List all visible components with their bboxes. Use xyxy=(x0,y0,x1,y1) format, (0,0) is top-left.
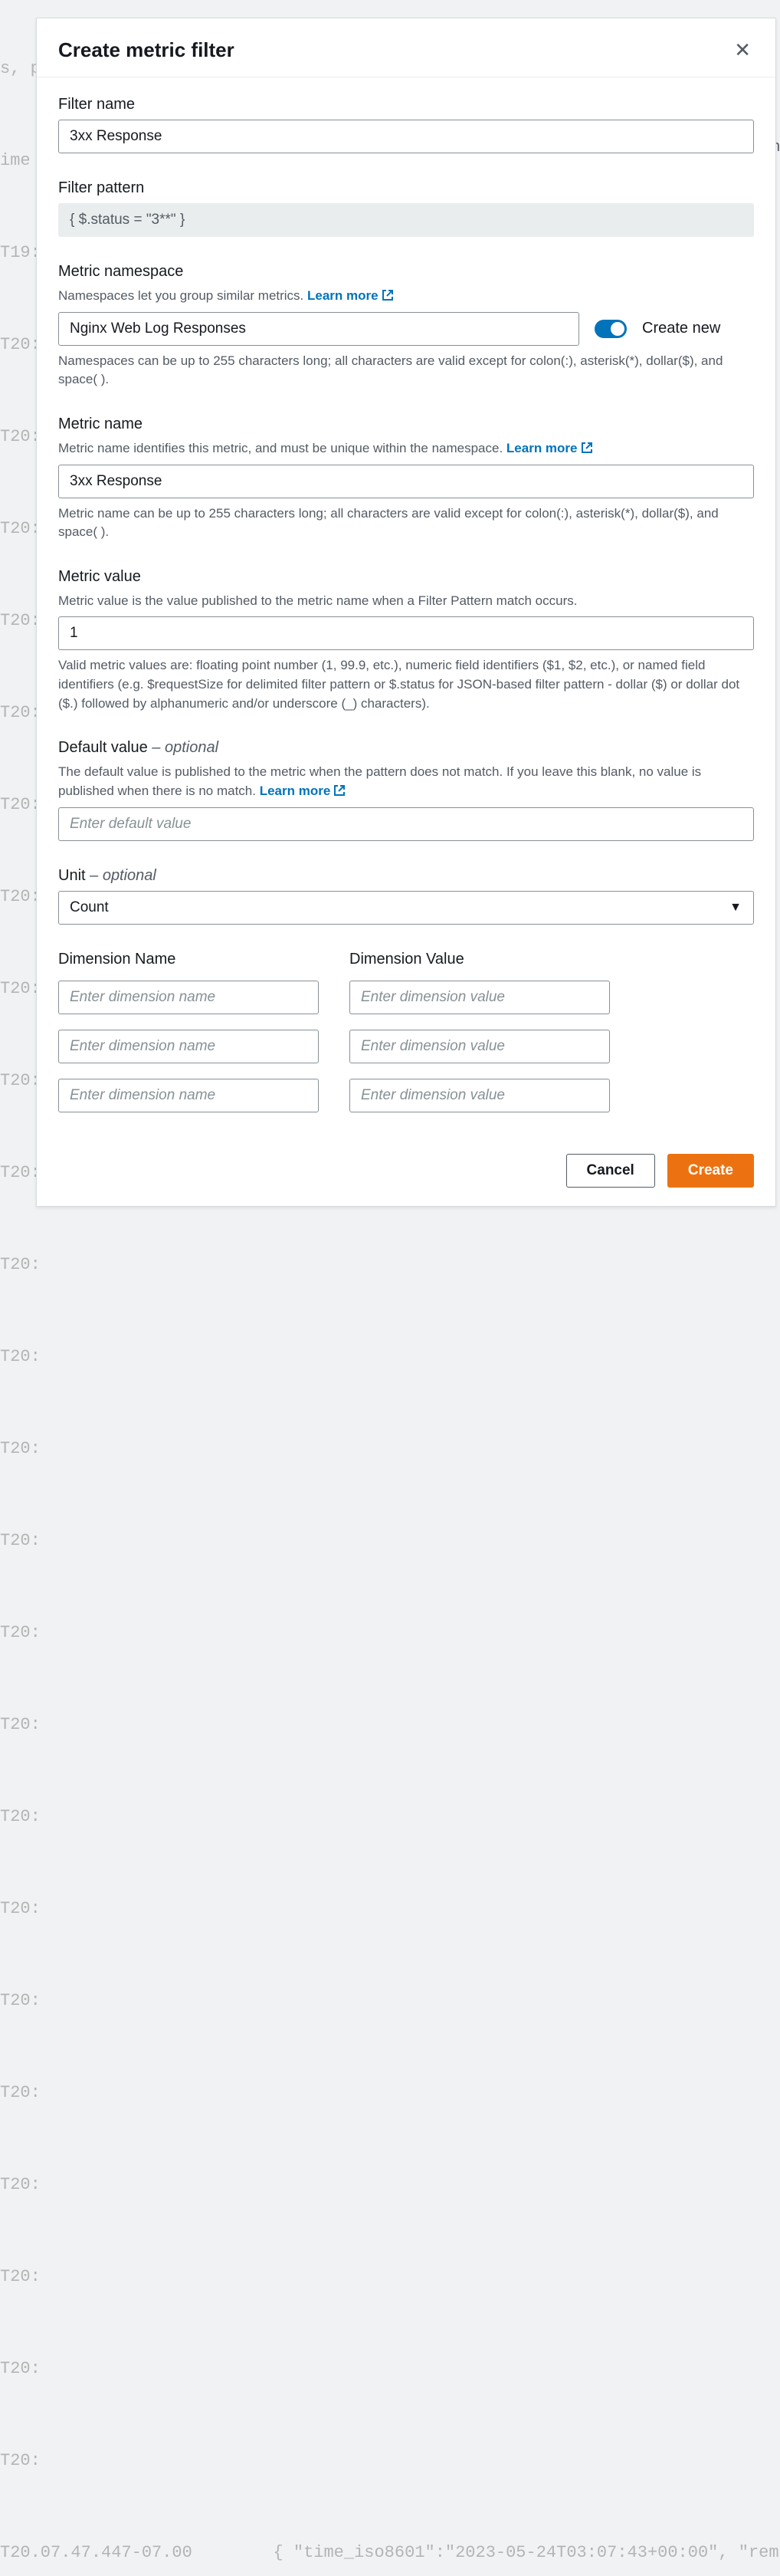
default-value-label: Default value – optional xyxy=(58,739,754,757)
metric-value-help: Valid metric values are: floating point … xyxy=(58,656,754,713)
filter-pattern-value: { $.status = "3**" } xyxy=(58,203,754,237)
metric-namespace-field: Metric namespace Namespaces let you grou… xyxy=(58,263,754,389)
filter-name-field: Filter name xyxy=(58,96,754,153)
external-link-icon xyxy=(581,441,593,453)
modal-footer: Cancel Create xyxy=(37,1151,775,1206)
metric-value-field: Metric value Metric value is the value p… xyxy=(58,568,754,714)
filter-name-label: Filter name xyxy=(58,96,754,113)
dimension-name-column: Dimension Name xyxy=(58,951,319,1128)
metric-name-label: Metric name xyxy=(58,416,754,433)
unit-label: Unit – optional xyxy=(58,867,754,885)
modal-title: Create metric filter xyxy=(58,38,234,62)
default-value-input[interactable] xyxy=(58,807,754,841)
metric-value-input[interactable] xyxy=(58,616,754,650)
default-value-desc-text: The default value is published to the me… xyxy=(58,764,701,798)
metric-namespace-input[interactable] xyxy=(58,312,579,346)
dimension-name-input-0[interactable] xyxy=(58,981,319,1014)
filter-pattern-field: Filter pattern { $.status = "3**" } xyxy=(58,179,754,237)
metric-name-input[interactable] xyxy=(58,465,754,498)
filter-pattern-label: Filter pattern xyxy=(58,179,754,197)
metric-namespace-help: Namespaces can be up to 255 characters l… xyxy=(58,352,754,389)
default-value-field: Default value – optional The default val… xyxy=(58,739,754,840)
metric-namespace-label: Metric namespace xyxy=(58,263,754,281)
create-new-namespace-label: Create new xyxy=(642,320,720,337)
default-value-learn-more-link[interactable]: Learn more xyxy=(260,784,346,798)
metric-name-desc: Metric name identifies this metric, and … xyxy=(58,439,754,458)
dimension-value-input-1[interactable] xyxy=(349,1030,610,1063)
dimension-name-input-2[interactable] xyxy=(58,1079,319,1112)
dimensions-field: Dimension Name Dimension Value xyxy=(58,951,754,1128)
dimension-value-column: Dimension Value xyxy=(349,951,610,1128)
metric-name-desc-text: Metric name identifies this metric, and … xyxy=(58,441,506,455)
modal-header: Create metric filter ✕ xyxy=(37,18,775,77)
create-new-namespace-toggle[interactable] xyxy=(595,320,627,338)
metric-value-desc: Metric value is the value published to t… xyxy=(58,592,754,611)
metric-name-learn-more-link[interactable]: Learn more xyxy=(506,441,593,455)
default-value-desc: The default value is published to the me… xyxy=(58,763,754,800)
metric-namespace-desc-text: Namespaces let you group similar metrics… xyxy=(58,288,307,303)
dimension-value-input-2[interactable] xyxy=(349,1079,610,1112)
metric-value-label: Metric value xyxy=(58,568,754,586)
filter-name-input[interactable] xyxy=(58,120,754,153)
modal-body: Filter name Filter pattern { $.status = … xyxy=(37,77,775,1151)
dimension-name-input-1[interactable] xyxy=(58,1030,319,1063)
metric-name-help: Metric name can be up to 255 characters … xyxy=(58,504,754,542)
unit-field: Unit – optional ▼ xyxy=(58,867,754,925)
close-icon[interactable]: ✕ xyxy=(731,37,754,63)
metric-name-field: Metric name Metric name identifies this … xyxy=(58,416,754,542)
metric-namespace-desc: Namespaces let you group similar metrics… xyxy=(58,287,754,306)
dimension-value-input-0[interactable] xyxy=(349,981,610,1014)
external-link-icon xyxy=(333,784,346,796)
dimension-value-label: Dimension Value xyxy=(349,951,610,968)
dimension-name-label: Dimension Name xyxy=(58,951,319,968)
unit-select[interactable] xyxy=(58,891,754,925)
create-button[interactable]: Create xyxy=(667,1154,754,1188)
metric-namespace-learn-more-link[interactable]: Learn more xyxy=(307,288,394,303)
cancel-button[interactable]: Cancel xyxy=(566,1154,655,1188)
create-metric-filter-modal: Create metric filter ✕ Filter name Filte… xyxy=(36,18,776,1207)
external-link-icon xyxy=(382,288,394,301)
